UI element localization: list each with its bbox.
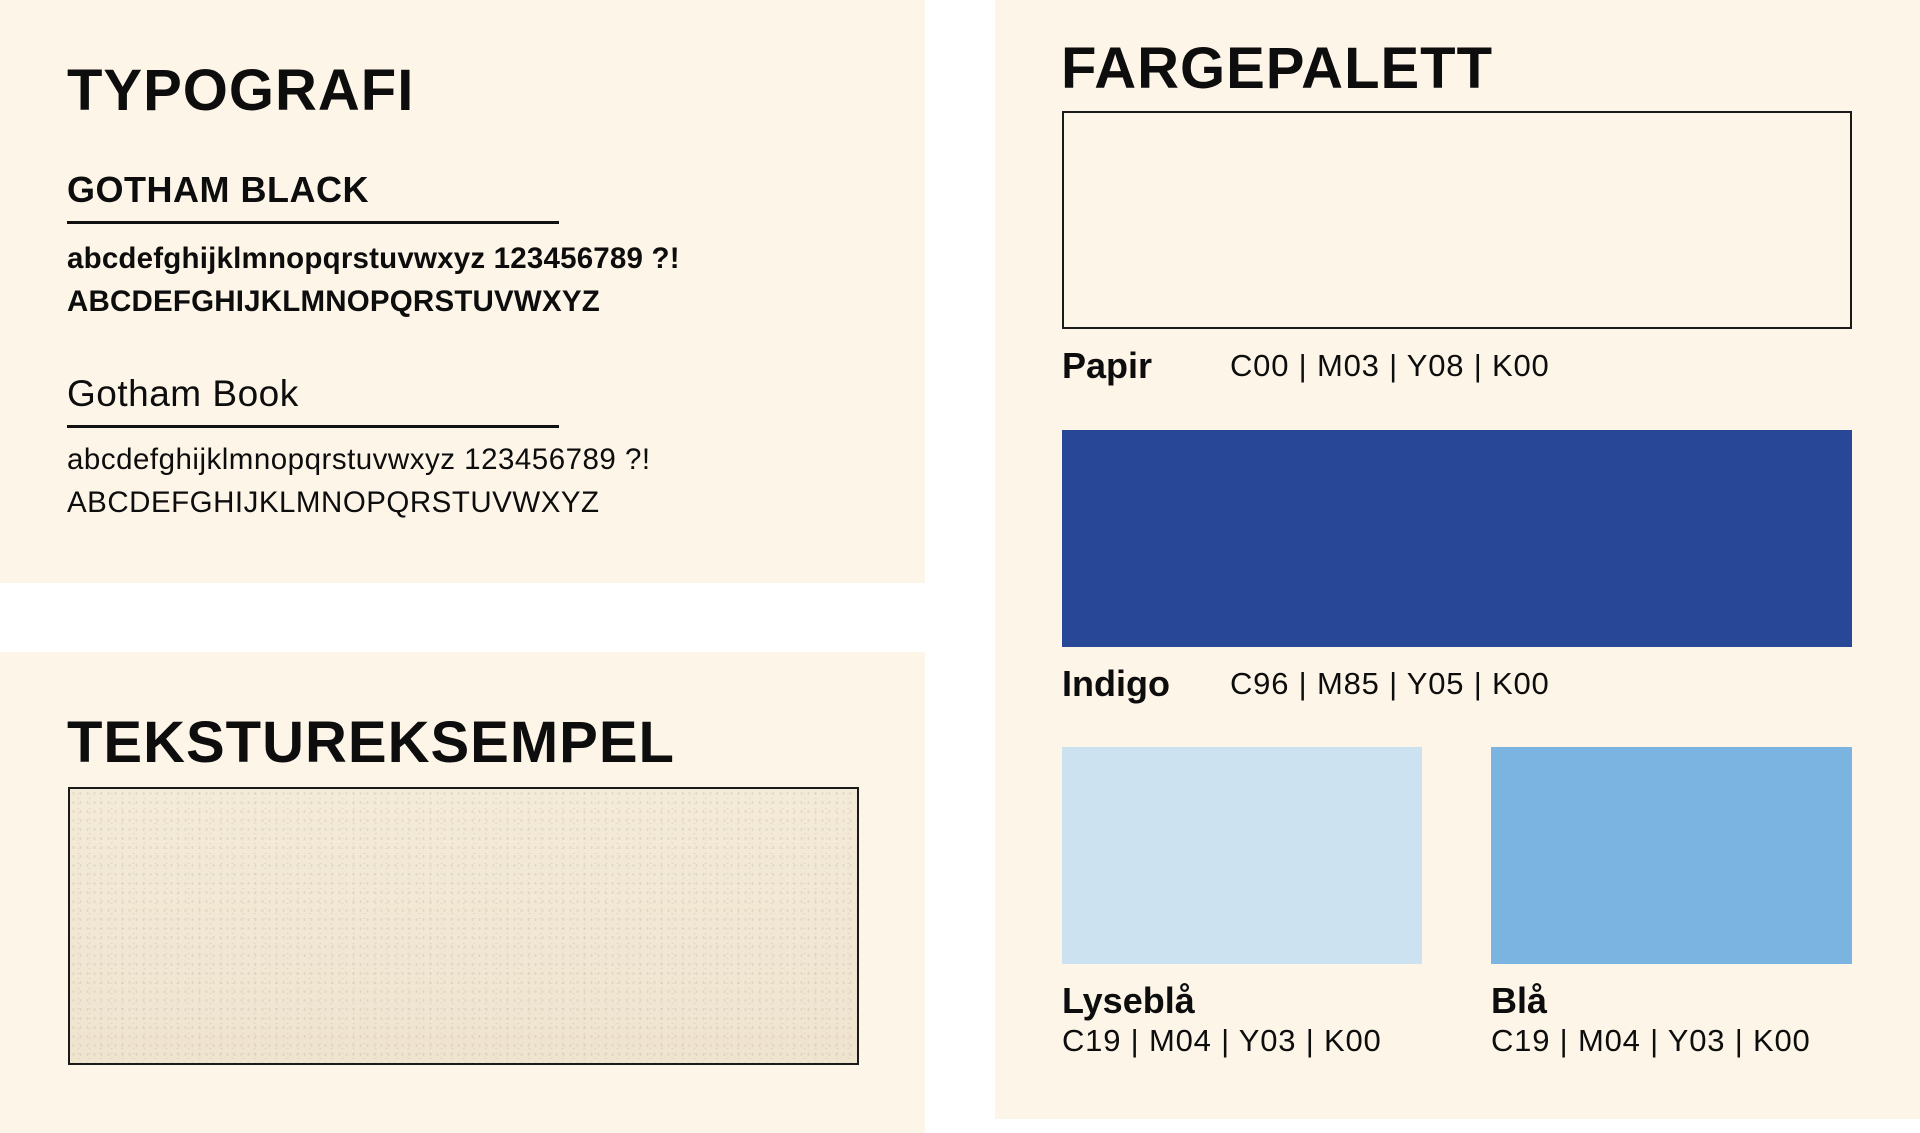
paper-texture-sample xyxy=(68,787,859,1065)
font-sample-lowercase-black: abcdefghijklmnopqrstuvwxyz 123456789 ?! xyxy=(67,242,680,275)
font-sample-uppercase-black: ABCDEFGHIJKLMNOPQRSTUVWXYZ xyxy=(67,285,600,318)
color-code-bla: C19 | M04 | Y03 | K00 xyxy=(1491,1023,1811,1058)
divider xyxy=(67,221,559,224)
palette-heading: FARGEPALETT xyxy=(1061,36,1494,101)
color-name-lysebla: Lyseblå xyxy=(1062,980,1195,1021)
color-name-papir: Papir xyxy=(1062,345,1153,386)
color-name-indigo: Indigo xyxy=(1062,663,1170,704)
color-name-bla: Blå xyxy=(1491,980,1548,1021)
font-name-gotham-book: Gotham Book xyxy=(67,373,299,414)
color-code-papir: C00 | M03 | Y08 | K00 xyxy=(1230,348,1550,383)
color-swatch-indigo xyxy=(1062,430,1852,647)
color-code-indigo: C96 | M85 | Y05 | K00 xyxy=(1230,666,1550,701)
texture-heading: TEKSTUREKSEMPEL xyxy=(67,710,675,775)
color-swatch-lysebla xyxy=(1062,747,1422,964)
color-code-lysebla: C19 | M04 | Y03 | K00 xyxy=(1062,1023,1382,1058)
color-swatch-papir xyxy=(1062,111,1852,329)
typography-panel: TYPOGRAFI GOTHAM BLACK abcdefghijklmnopq… xyxy=(0,0,925,583)
color-swatch-bla xyxy=(1491,747,1852,964)
font-name-gotham-black: GOTHAM BLACK xyxy=(67,169,369,210)
font-sample-uppercase-book: ABCDEFGHIJKLMNOPQRSTUVWXYZ xyxy=(67,486,600,519)
typography-heading: TYPOGRAFI xyxy=(67,58,415,123)
font-sample-lowercase-book: abcdefghijklmnopqrstuvwxyz 123456789 ?! xyxy=(67,443,651,476)
divider xyxy=(67,425,559,428)
